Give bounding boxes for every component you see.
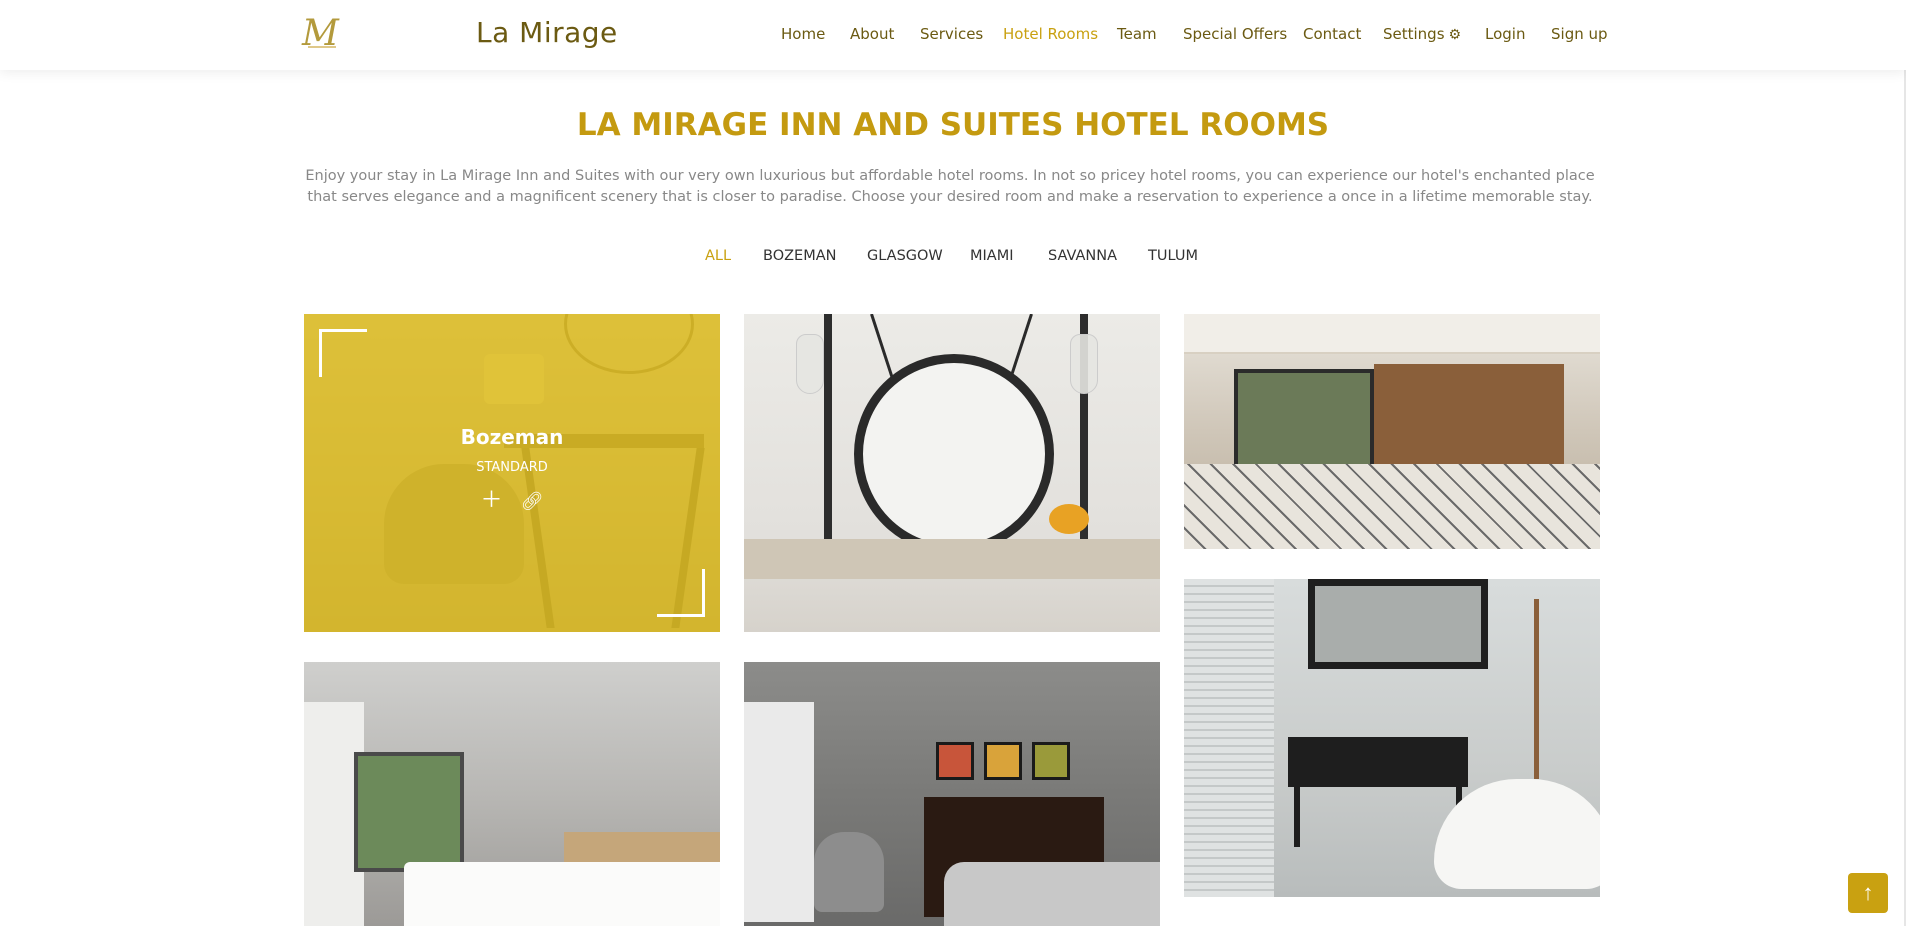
intro-text: Enjoy your stay in La Mirage Inn and Sui… [305, 168, 1595, 205]
gears-icon: ⚙ [1448, 26, 1462, 42]
nav-home[interactable]: Home [781, 25, 825, 43]
nav-services[interactable]: Services [920, 25, 983, 43]
filter-bozeman[interactable]: BOZEMAN [763, 248, 836, 264]
plus-icon[interactable]: ＋ [481, 482, 503, 514]
link-icon[interactable]: 🔗︎ [521, 491, 544, 512]
room-photo [1184, 314, 1600, 549]
corner-decoration [657, 569, 705, 617]
room-photo [1184, 579, 1600, 897]
nav-settings-label: Settings [1383, 25, 1445, 43]
nav-team[interactable]: Team [1117, 25, 1157, 43]
room-photo [744, 662, 1160, 926]
room-filters: ALL BOZEMAN GLASGOW MIAMI SAVANNA TULUM [0, 248, 1906, 268]
filter-glasgow[interactable]: GLASGOW [867, 248, 943, 264]
room-card-bozeman[interactable]: Bozeman STANDARD ＋ 🔗︎ [304, 314, 720, 632]
nav-special-offers[interactable]: Special Offers [1183, 25, 1287, 43]
filter-all[interactable]: ALL [705, 248, 731, 264]
room-photo [304, 662, 720, 926]
card-title: Bozeman [460, 425, 564, 449]
room-card[interactable] [304, 662, 720, 926]
arrow-up-icon: ↑ [1862, 880, 1874, 905]
room-card[interactable] [744, 662, 1160, 926]
site-header: M La Mirage Home About Services Hotel Ro… [0, 0, 1906, 70]
nav-hotel-rooms[interactable]: Hotel Rooms [1003, 25, 1098, 43]
room-card[interactable] [1184, 314, 1600, 549]
back-to-top-button[interactable]: ↑ [1848, 873, 1888, 913]
nav-signup[interactable]: Sign up [1551, 25, 1608, 43]
corner-decoration [319, 329, 367, 377]
nav-about[interactable]: About [850, 25, 894, 43]
filter-tulum[interactable]: TULUM [1148, 248, 1198, 264]
nav-login[interactable]: Login [1485, 25, 1525, 43]
logo-icon[interactable]: M [302, 14, 339, 54]
nav-contact[interactable]: Contact [1303, 25, 1361, 43]
page-title: LA MIRAGE INN AND SUITES HOTEL ROOMS [576, 107, 1330, 143]
brand-name[interactable]: La Mirage [476, 16, 618, 49]
room-card[interactable] [1184, 579, 1600, 897]
card-actions: ＋ 🔗︎ [304, 482, 720, 514]
room-card[interactable] [744, 314, 1160, 632]
filter-savanna[interactable]: SAVANNA [1048, 248, 1117, 264]
nav-settings[interactable]: Settings ⚙ [1383, 25, 1461, 44]
card-subtitle: STANDARD [476, 460, 548, 475]
filter-miami[interactable]: MIAMI [970, 248, 1014, 264]
room-photo [744, 314, 1160, 632]
